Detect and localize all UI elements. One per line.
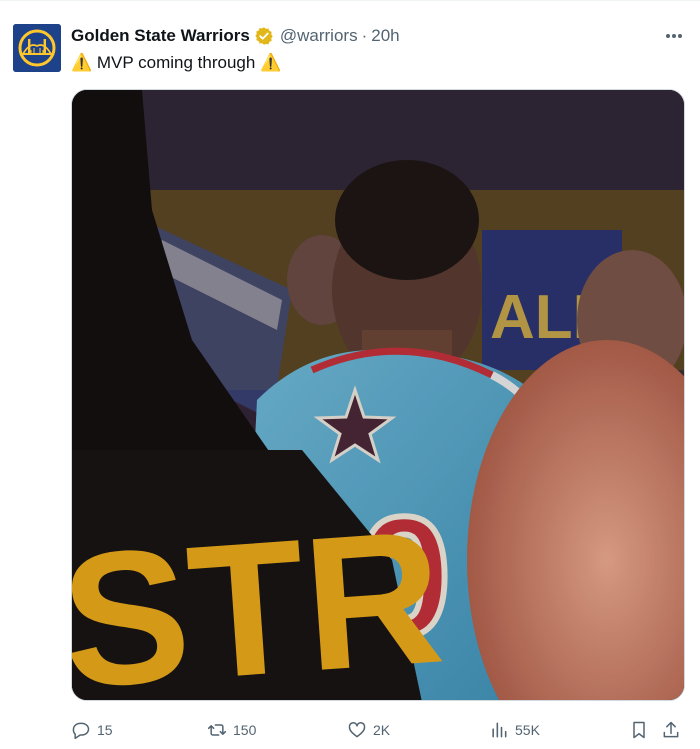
reply-count: 15	[97, 722, 113, 738]
timestamp[interactable]: 20h	[371, 26, 399, 46]
share-icon	[663, 721, 679, 738]
retweet-button[interactable]: 150	[207, 716, 256, 744]
views-count: 55K	[515, 722, 540, 738]
tweet-text: ⚠️ MVP coming through ⚠️	[71, 53, 282, 72]
reply-icon	[72, 722, 90, 740]
tweet-media[interactable]: ALL-S 0 STR	[71, 89, 685, 701]
tweet-header: Golden State Warriors @warriors · 20h	[71, 25, 400, 47]
separator-dot: ·	[361, 26, 368, 45]
video-still-image: ALL-S 0 STR	[72, 90, 684, 700]
avatar-logo-icon	[13, 24, 61, 72]
reply-button[interactable]: 15	[71, 716, 113, 744]
avatar[interactable]	[13, 24, 61, 72]
like-button[interactable]: 2K	[347, 716, 390, 744]
display-name[interactable]: Golden State Warriors	[71, 26, 250, 46]
retweet-count: 150	[233, 722, 257, 738]
like-count: 2K	[373, 722, 391, 738]
like-icon	[348, 722, 366, 738]
tweet-card[interactable]: Golden State Warriors @warriors · 20h ⚠️…	[0, 0, 700, 749]
bookmark-button[interactable]	[629, 716, 649, 744]
handle[interactable]: @warriors	[280, 26, 358, 46]
views-icon	[492, 722, 507, 738]
more-icon[interactable]	[664, 29, 684, 43]
verified-badge-icon[interactable]	[254, 26, 274, 46]
retweet-icon	[207, 724, 227, 736]
share-button[interactable]	[661, 716, 681, 744]
bookmark-icon	[633, 721, 645, 739]
views-button[interactable]: 55K	[489, 716, 540, 744]
tweet-actions: 15 150 2K 55K	[71, 716, 685, 744]
